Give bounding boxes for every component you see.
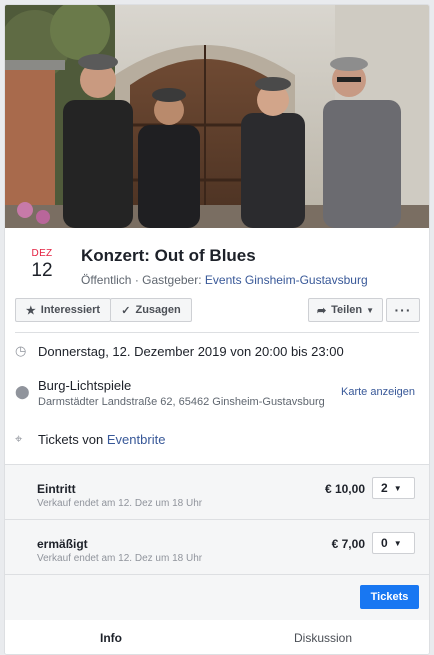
event-datetime: Donnerstag, 12. Dezember 2019 von 20:00 … [38,344,344,359]
ticket-tag-icon: ⌖ [15,431,23,446]
tab-discussion[interactable]: Diskussion [217,620,429,654]
share-label: Teilen [331,304,363,316]
share-arrow-icon: ➦ [316,304,327,317]
event-header: DEZ 12 Konzert: Out of Blues Öffentlich … [5,228,429,298]
interested-button[interactable]: ★ Interessiert [15,298,111,322]
event-datetime-row: ◷ Donnerstag, 12. Dezember 2019 von 20:0… [5,333,429,370]
chevron-down-icon: ▼ [366,305,375,315]
ticket-quantity-select[interactable]: 2 ▼ [372,477,415,499]
ticket-list: Eintritt Verkauf endet am 12. Dez um 18 … [5,464,429,620]
visibility-label: Öffentlich [81,273,132,287]
chevron-down-icon: ▼ [393,538,402,548]
event-tabs: Info Diskussion [5,620,429,654]
host-prefix: Gastgeber: [142,273,202,287]
event-title-block: Konzert: Out of Blues Öffentlich · Gastg… [81,245,419,287]
date-month: DEZ [31,248,53,259]
ticket-provider-link[interactable]: Eventbrite [107,432,166,447]
buy-tickets-area: Tickets [5,575,429,620]
ticket-quantity-value: 2 [381,481,388,495]
action-bar: ★ Interessiert ✓ Zusagen ➦ Teilen ▼ ··· [5,298,429,332]
cover-photo[interactable] [5,5,429,228]
star-icon: ★ [25,304,36,317]
tickets-source-row: ⌖ Tickets von Eventbrite [5,421,429,464]
event-title: Konzert: Out of Blues [81,246,256,265]
ticket-quantity-value: 0 [381,536,388,550]
event-date-badge: DEZ 12 [17,248,67,282]
interested-label: Interessiert [40,304,101,316]
event-card: DEZ 12 Konzert: Out of Blues Öffentlich … [4,4,430,655]
location-pin-icon: ⬤ [15,384,30,399]
ticket-quantity-select[interactable]: 0 ▼ [372,532,415,554]
ticket-price: € 10,00 [324,482,365,496]
band-photo-illustration [5,5,429,228]
ticket-sale-end: Verkauf endet am 12. Dez um 18 Uhr [37,498,203,509]
event-location-row: ⬤ Burg-Lichtspiele Darmstädter Landstraß… [5,370,429,421]
ticket-sale-end: Verkauf endet am 12. Dez um 18 Uhr [37,553,203,564]
event-meta: Öffentlich · Gastgeber: Events Ginsheim-… [81,273,419,287]
tickets-prefix: Tickets von [38,432,104,447]
clock-icon: ◷ [15,343,27,358]
show-map-link[interactable]: Karte anzeigen [341,386,415,398]
share-button[interactable]: ➦ Teilen ▼ [308,298,383,322]
buy-tickets-button[interactable]: Tickets [360,585,419,609]
checkmark-icon: ✓ [121,304,131,317]
going-label: Zusagen [135,304,181,316]
host-link[interactable]: Events Ginsheim-Gustavsburg [205,273,368,287]
tab-info[interactable]: Info [5,620,217,654]
going-button[interactable]: ✓ Zusagen [110,298,192,322]
more-options-button[interactable]: ··· [386,298,420,322]
ticket-price: € 7,00 [331,537,365,551]
ticket-row: Eintritt Verkauf endet am 12. Dez um 18 … [5,465,429,520]
chevron-down-icon: ▼ [393,483,402,493]
ticket-name: ermäßigt [37,537,88,551]
date-day: 12 [31,260,53,281]
ticket-row: ermäßigt Verkauf endet am 12. Dez um 18 … [5,520,429,575]
ticket-name: Eintritt [37,482,76,496]
